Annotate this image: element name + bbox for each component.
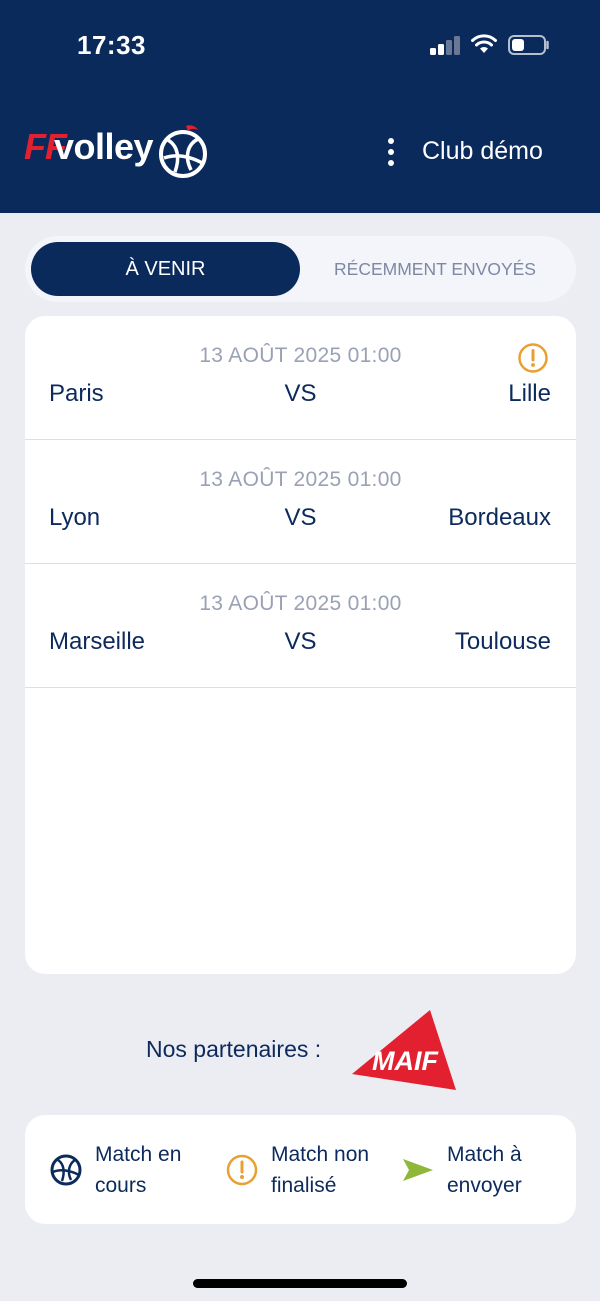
logo-volley: volley: [54, 126, 154, 167]
send-icon: [403, 1159, 433, 1181]
match-tabs: À VENIR RÉCEMMENT ENVOYÉS: [25, 236, 576, 302]
maif-logo-text: MAIF: [372, 1046, 439, 1076]
partners-label: Nos partenaires :: [146, 1036, 322, 1062]
signal-icon: [430, 35, 462, 55]
ffvolley-logo: FF volley: [24, 122, 214, 182]
battery-icon: [508, 35, 549, 55]
tab-upcoming[interactable]: À VENIR: [31, 242, 300, 296]
more-vertical-icon[interactable]: [380, 136, 402, 168]
match-date: 13 AOÛT 2025 01:00: [199, 344, 402, 367]
away-team: Lille: [508, 380, 551, 407]
match-list: 13 AOÛT 2025 01:00 Paris VS Lille 13 AOÛ…: [25, 316, 576, 974]
volleyball-icon: [50, 1154, 82, 1186]
legend-item-not-finalized: Match non finalisé: [225, 1139, 369, 1201]
legend-label: Match à envoyer: [447, 1143, 522, 1197]
away-team: Toulouse: [454, 628, 551, 655]
warning-icon: [518, 343, 548, 373]
legend-item-to-send: Match à envoyer: [401, 1139, 522, 1201]
wifi-icon: [471, 34, 497, 53]
home-indicator[interactable]: [193, 1279, 407, 1288]
legend-label: Match non finalisé: [271, 1143, 370, 1197]
match-card[interactable]: 13 AOÛT 2025 01:00 Lyon VS Bordeaux: [25, 440, 576, 564]
app-header: 17:33 FF volley Club démo: [0, 0, 600, 213]
match-date: 13 AOÛT 2025 01:00: [199, 592, 402, 615]
maif-logo[interactable]: MAIF: [352, 1010, 456, 1090]
warning-icon: [226, 1154, 258, 1186]
status-time: 17:33: [77, 30, 146, 60]
legend-item-in-progress: Match en cours: [49, 1139, 181, 1201]
match-card[interactable]: 13 AOÛT 2025 01:00 Paris VS Lille: [25, 316, 576, 440]
tab-recently-sent[interactable]: RÉCEMMENT ENVOYÉS: [300, 242, 570, 296]
versus-label: VS: [284, 380, 317, 407]
club-selector[interactable]: Club démo: [422, 137, 543, 166]
volleyball-logo-icon: [159, 125, 207, 178]
legend-label: Match en cours: [95, 1143, 182, 1197]
status-legend: Match en cours Match non finalisé Match …: [25, 1115, 576, 1224]
away-team: Bordeaux: [448, 504, 551, 531]
match-date: 13 AOÛT 2025 01:00: [199, 468, 402, 491]
match-card[interactable]: 13 AOÛT 2025 01:00 Marseille VS Toulouse: [25, 564, 576, 688]
